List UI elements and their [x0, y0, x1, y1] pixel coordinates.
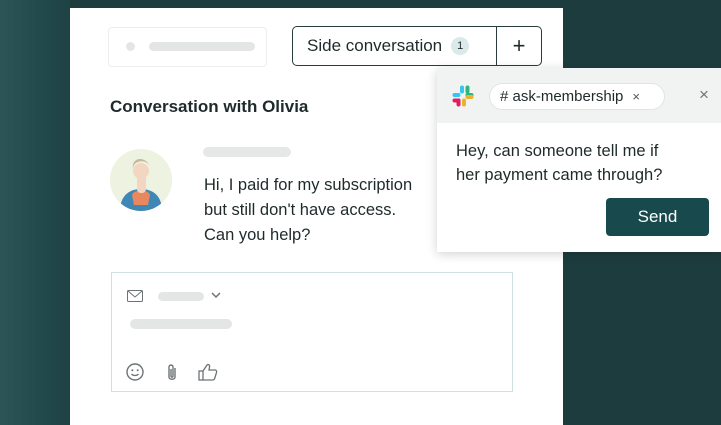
add-side-conversation-button[interactable]: + [496, 27, 541, 65]
reply-composer[interactable] [111, 272, 513, 392]
attachment-icon[interactable] [165, 363, 179, 388]
slack-side-conversation-popover: # ask-membership × × Hey, can someone te… [437, 68, 721, 252]
close-icon[interactable]: × [699, 85, 709, 105]
thumbs-up-icon[interactable] [198, 363, 218, 386]
side-conversation-control: Side conversation 1 + [292, 26, 542, 66]
channel-name: # ask-membership [500, 88, 624, 105]
emoji-icon[interactable] [126, 363, 144, 386]
background-panel [0, 0, 70, 425]
send-button[interactable]: Send [606, 198, 709, 236]
sender-name-placeholder [203, 147, 291, 157]
side-conversation-label: Side conversation [307, 36, 443, 55]
channel-pill[interactable]: # ask-membership × [489, 83, 665, 110]
search-placeholder-bar [149, 42, 255, 51]
reply-text-placeholder [130, 319, 232, 329]
remove-channel-icon[interactable]: × [632, 89, 640, 104]
mail-icon[interactable] [127, 289, 143, 307]
chevron-down-icon[interactable] [210, 288, 222, 306]
avatar-illustration [110, 149, 172, 211]
side-conversation-count-badge: 1 [451, 37, 470, 55]
conversation-title: Conversation with Olivia [110, 97, 309, 116]
popover-header: # ask-membership × × [437, 68, 721, 123]
slack-logo-icon [452, 85, 474, 112]
search-placeholder-dot [126, 42, 135, 51]
side-conversation-button[interactable]: Side conversation 1 [293, 27, 496, 65]
search-placeholder[interactable] [108, 27, 267, 67]
side-conversation-message[interactable]: Hey, can someone tell me if her payment … [456, 139, 706, 187]
customer-message: Hi, I paid for my subscription but still… [204, 176, 413, 244]
channel-selector-placeholder [158, 292, 204, 301]
avatar [110, 149, 172, 211]
